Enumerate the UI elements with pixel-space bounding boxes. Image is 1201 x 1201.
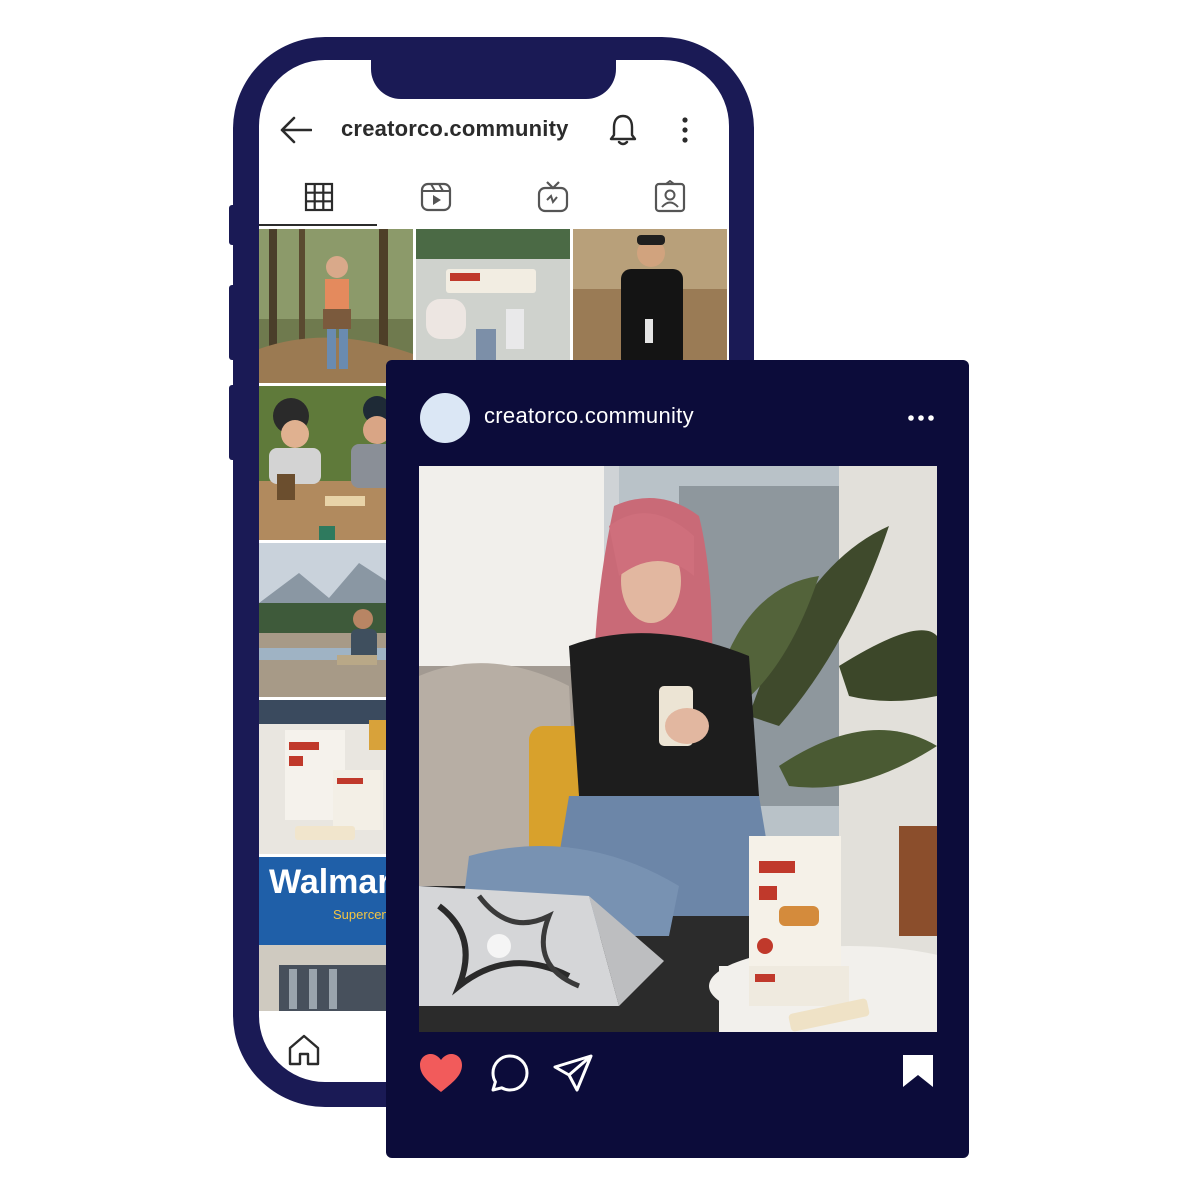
home-icon[interactable]	[286, 1033, 322, 1067]
phone-side-button	[229, 205, 237, 245]
post-username[interactable]: creatorco.community	[484, 403, 694, 429]
selected-tab-indicator	[259, 224, 377, 226]
post-avatar[interactable]	[420, 393, 470, 443]
bell-icon[interactable]	[607, 113, 639, 147]
igtv-icon[interactable]	[536, 180, 570, 214]
heart-icon[interactable]	[418, 1052, 464, 1094]
bookmark-icon[interactable]	[901, 1053, 935, 1089]
post-photo[interactable]	[419, 466, 937, 1032]
walmart-sign: Walmart	[269, 863, 402, 901]
phone-notch	[371, 37, 616, 99]
share-icon[interactable]	[552, 1053, 594, 1093]
comment-icon[interactable]	[489, 1052, 531, 1094]
phone-side-button	[229, 385, 237, 460]
more-horizontal-icon[interactable]	[905, 408, 937, 428]
tagged-icon[interactable]	[653, 180, 687, 214]
phone-side-button	[229, 285, 237, 360]
more-vertical-icon[interactable]	[674, 114, 696, 146]
back-arrow-icon[interactable]	[280, 116, 312, 144]
grid-icon[interactable]	[302, 180, 336, 214]
reels-icon[interactable]	[419, 180, 453, 214]
profile-username: creatorco.community	[341, 116, 569, 141]
